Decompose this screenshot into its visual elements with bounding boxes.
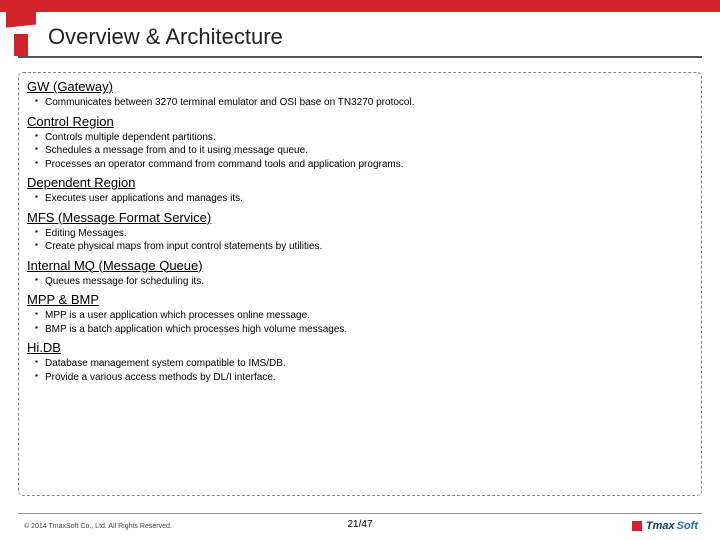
list-item: Create physical maps from input control …	[35, 240, 693, 254]
list-item: Communicates between 3270 terminal emula…	[35, 96, 693, 110]
footer-line	[18, 513, 702, 514]
brand-logo	[6, 12, 36, 58]
t-icon	[632, 521, 642, 531]
top-bar	[0, 0, 720, 12]
section-list: Communicates between 3270 terminal emula…	[27, 96, 693, 110]
section-heading: Hi.DB	[27, 340, 693, 355]
page-number: 21/47	[0, 519, 720, 530]
section-heading: Internal MQ (Message Queue)	[27, 258, 693, 273]
section-list: MPP is a user application which processe…	[27, 309, 693, 336]
list-item: Processes an operator command from comma…	[35, 158, 693, 172]
list-item: BMP is a batch application which process…	[35, 323, 693, 337]
slide: Overview & Architecture GW (Gateway) Com…	[0, 0, 720, 540]
list-item: MPP is a user application which processe…	[35, 309, 693, 323]
section-heading: MFS (Message Format Service)	[27, 210, 693, 225]
footer-logo: TmaxSoft	[632, 520, 698, 532]
section-heading: GW (Gateway)	[27, 79, 693, 94]
brand-suffix: Soft	[677, 520, 698, 532]
section-list: Queues message for scheduling its.	[27, 275, 693, 289]
section-list: Database management system compatible to…	[27, 357, 693, 384]
list-item: Schedules a message from and to it using…	[35, 144, 693, 158]
list-item: Queues message for scheduling its.	[35, 275, 693, 289]
list-item: Database management system compatible to…	[35, 357, 693, 371]
title-underline	[18, 56, 702, 58]
section-heading: MPP & BMP	[27, 292, 693, 307]
page-title: Overview & Architecture	[48, 24, 283, 50]
section-list: Editing Messages. Create physical maps f…	[27, 227, 693, 254]
list-item: Controls multiple dependent partitions.	[35, 131, 693, 145]
brand-main: Tmax	[646, 520, 675, 532]
list-item: Provide a various access methods by DL/I…	[35, 371, 693, 385]
section-list: Executes user applications and manages i…	[27, 192, 693, 206]
section-list: Controls multiple dependent partitions. …	[27, 131, 693, 172]
section-heading: Control Region	[27, 114, 693, 129]
list-item: Executes user applications and manages i…	[35, 192, 693, 206]
content-box: GW (Gateway) Communicates between 3270 t…	[18, 72, 702, 496]
list-item: Editing Messages.	[35, 227, 693, 241]
section-heading: Dependent Region	[27, 175, 693, 190]
